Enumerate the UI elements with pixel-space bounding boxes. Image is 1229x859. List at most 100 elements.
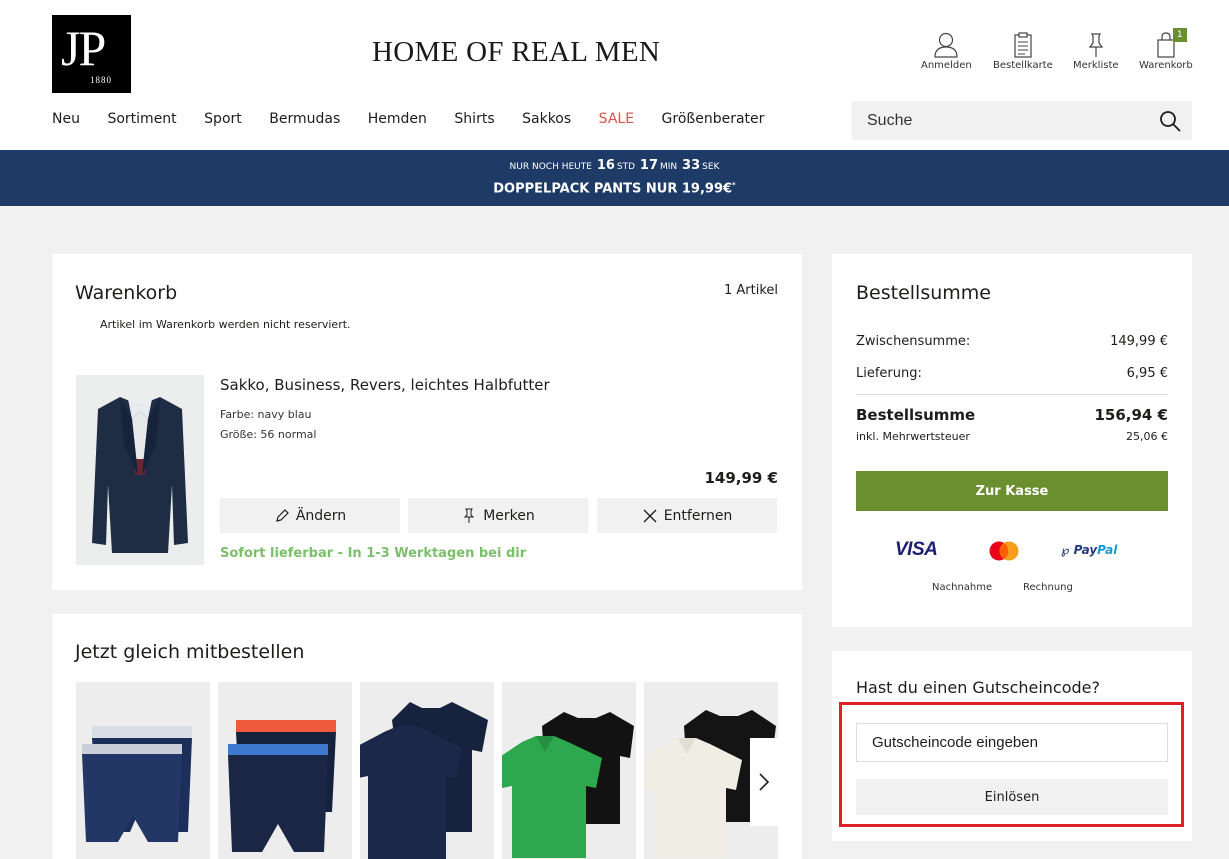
- vat-label: inkl. Mehrwertsteuer: [856, 430, 970, 443]
- jacket-image: [92, 397, 188, 553]
- close-icon: [643, 509, 657, 522]
- remove-label: Entfernen: [663, 507, 733, 524]
- shipping-row: Lieferung: 6,95 €: [856, 366, 1168, 381]
- cart-link[interactable]: Warenkorb 1: [1139, 28, 1193, 71]
- mastercard-logo: [989, 541, 1019, 561]
- nav-item-hemden[interactable]: Hemden: [368, 111, 427, 127]
- recommendation-item[interactable]: [218, 682, 352, 859]
- subtotal-value: 149,99 €: [1110, 334, 1168, 349]
- tagline: HOME OF REAL MEN: [372, 36, 661, 68]
- product-name[interactable]: Sakko, Business, Revers, leichtes Halbfu…: [220, 376, 550, 394]
- promo-headline-text: DOPPELPACK PANTS NUR 19,99€: [493, 181, 733, 197]
- cart-panel: Warenkorb 1 Artikel Artikel im Warenkorb…: [52, 254, 802, 590]
- nav-item-neu[interactable]: Neu: [52, 111, 80, 127]
- remove-button[interactable]: Entfernen: [597, 498, 777, 533]
- save-label: Merken: [483, 507, 535, 524]
- nav-item-sakkos[interactable]: Sakkos: [522, 111, 571, 127]
- cart-item-count: 1 Artikel: [723, 283, 778, 298]
- invoice-label: Rechnung: [1023, 582, 1073, 593]
- carousel-next-button[interactable]: [750, 738, 778, 826]
- cart-title: Warenkorb: [75, 282, 178, 304]
- nav-item-bermudas[interactable]: Bermudas: [269, 111, 340, 127]
- trunks-image: [228, 720, 336, 852]
- subtotal-label: Zwischensumme:: [856, 334, 971, 349]
- countdown-prefix: NUR NOCH HEUTE: [509, 162, 592, 172]
- recommendation-item[interactable]: [502, 682, 636, 859]
- recommendation-item[interactable]: [76, 682, 210, 859]
- cart-reservation-note: Artikel im Warenkorb werden nicht reserv…: [100, 318, 351, 331]
- search-icon[interactable]: [1158, 109, 1182, 133]
- login-label: Anmelden: [921, 60, 972, 71]
- tshirt-image: [360, 702, 488, 859]
- total-label: Bestellsumme: [856, 406, 976, 424]
- site-header: JP 1880 HOME OF REAL MEN Anmelden Bestel…: [0, 0, 1229, 150]
- edit-label: Ändern: [295, 507, 347, 524]
- cart-label: Warenkorb: [1139, 60, 1193, 71]
- total-row: Bestellsumme 156,94 €: [856, 406, 1168, 424]
- vat-value: 25,06 €: [1126, 430, 1168, 443]
- visa-logo: VISA: [895, 539, 938, 560]
- vat-row: inkl. Mehrwertsteuer 25,06 €: [856, 430, 1168, 443]
- nav-item-shirts[interactable]: Shirts: [454, 111, 494, 127]
- countdown-seconds: 33: [682, 158, 701, 173]
- subtotal-row: Zwischensumme: 149,99 €: [856, 334, 1168, 349]
- chevron-right-icon: [759, 773, 770, 791]
- cart-count-badge: 1: [1172, 28, 1187, 42]
- order-summary-panel: Bestellsumme Zwischensumme: 149,99 € Lie…: [832, 254, 1192, 627]
- recommendation-item[interactable]: [360, 682, 494, 859]
- voucher-panel: Hast du einen Gutscheincode? Einlösen: [832, 651, 1192, 841]
- product-image[interactable]: [76, 375, 204, 565]
- recommendations-panel: Jetzt gleich mitbestellen: [52, 614, 802, 859]
- save-for-later-button[interactable]: Merken: [408, 498, 588, 533]
- summary-title: Bestellsumme: [856, 282, 991, 304]
- countdown-minutes: 17: [639, 158, 659, 173]
- wishlist-label: Merkliste: [1073, 60, 1119, 71]
- polo-shirt-image: [502, 712, 634, 858]
- user-icon: [934, 32, 958, 58]
- nav-item-sale[interactable]: SALE: [599, 111, 634, 127]
- nav-item-size-advisor[interactable]: Größenberater: [662, 111, 765, 127]
- logo-letters: JP: [61, 20, 106, 76]
- countdown-hours: 16: [596, 158, 615, 173]
- product-size: Größe: 56 normal: [220, 428, 317, 441]
- paypal-text-b: Pal: [1097, 543, 1118, 557]
- paypal-logo: ℘ PayPal: [1061, 543, 1118, 557]
- jp-logo[interactable]: JP 1880: [52, 15, 131, 93]
- voucher-title: Hast du einen Gutscheincode?: [856, 678, 1101, 697]
- search-input[interactable]: [852, 101, 1152, 140]
- boxer-briefs-image: [82, 726, 192, 842]
- hours-unit: STD: [616, 162, 636, 172]
- pin-icon: [1088, 33, 1103, 57]
- countdown: NUR NOCH HEUTE 16 STD 17 MIN 33 SEK: [0, 158, 1229, 173]
- pencil-icon: [276, 508, 289, 522]
- search-box: [852, 101, 1192, 140]
- nav-item-sortiment[interactable]: Sortiment: [107, 111, 176, 127]
- recommendations-title: Jetzt gleich mitbestellen: [75, 641, 305, 663]
- shipping-value: 6,95 €: [1126, 366, 1168, 381]
- logo-year: 1880: [90, 75, 112, 85]
- product-color: Farbe: navy blau: [220, 408, 312, 421]
- promo-banner[interactable]: NUR NOCH HEUTE 16 STD 17 MIN 33 SEK DOPPELP…: [0, 150, 1229, 206]
- summary-divider: [856, 394, 1168, 395]
- edit-button[interactable]: Ändern: [220, 498, 400, 533]
- main-nav: Neu Sortiment Sport Bermudas Hemden Shir…: [52, 111, 792, 127]
- promo-footnote: *: [732, 181, 736, 189]
- shipping-label: Lieferung:: [856, 366, 922, 381]
- login-link[interactable]: Anmelden: [921, 30, 972, 71]
- pin-icon: [464, 508, 475, 523]
- redeem-button[interactable]: Einlösen: [856, 779, 1168, 815]
- wishlist-link[interactable]: Merkliste: [1073, 30, 1119, 71]
- seconds-unit: SEK: [702, 162, 720, 172]
- minutes-unit: MIN: [660, 162, 678, 172]
- nav-item-sport[interactable]: Sport: [204, 111, 242, 127]
- checkout-button[interactable]: Zur Kasse: [856, 471, 1168, 511]
- paypal-text-a: Pay: [1073, 543, 1098, 557]
- order-card-link[interactable]: Bestellkarte: [993, 30, 1053, 71]
- promo-headline: DOPPELPACK PANTS NUR 19,99€*: [0, 181, 1229, 196]
- cod-label: Nachnahme: [932, 582, 993, 593]
- product-price: 149,99 €: [704, 469, 778, 487]
- voucher-code-input[interactable]: [856, 723, 1168, 762]
- order-card-label: Bestellkarte: [993, 60, 1053, 71]
- clipboard-icon: [1014, 32, 1032, 58]
- availability-status: Sofort lieferbar - In 1-3 Werktagen bei …: [220, 546, 527, 561]
